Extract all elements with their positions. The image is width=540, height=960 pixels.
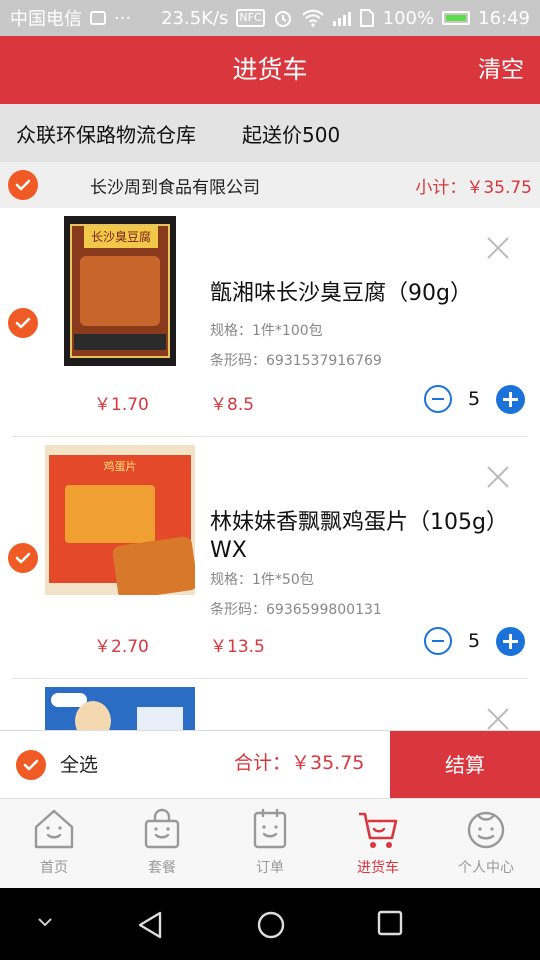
cart-item: 鸡蛋片 林妹妹香飘飘鸡蛋片（105g）WX 规格：1件*50包 条形码：6936… — [0, 437, 540, 678]
home-icon — [34, 809, 74, 849]
increase-quantity-button[interactable] — [496, 627, 525, 656]
warehouse-bar: 众联环保路物流仓库 起送价500 — [0, 104, 540, 162]
unit-price: ￥2.70 — [94, 637, 149, 657]
carrier-label: 中国电信 — [10, 9, 82, 30]
decrease-quantity-button[interactable] — [424, 385, 452, 413]
tab-label: 进货车 — [357, 860, 399, 876]
quantity-value[interactable]: 5 — [466, 630, 482, 652]
recents-icon[interactable] — [377, 910, 403, 936]
more-dots: ··· — [114, 7, 132, 29]
supplier-subtotal: 小计：￥35.75 — [415, 177, 532, 198]
cart-item: 长沙臭豆腐 甑湘味长沙臭豆腐（90g） 规格：1件*100包 条形码：69315… — [0, 208, 540, 436]
minimum-order: 起送价500 — [242, 122, 341, 147]
alarm-icon — [274, 11, 291, 27]
clear-cart-button[interactable]: 清空 — [478, 36, 524, 104]
check-icon — [15, 179, 31, 191]
select-all-label[interactable]: 全选 — [60, 731, 98, 799]
bag-icon — [144, 808, 180, 849]
grand-total: 合计：￥35.75 — [234, 752, 365, 774]
tab-label: 订单 — [256, 860, 284, 876]
decrease-quantity-button[interactable] — [424, 627, 452, 655]
product-spec: 规格：1件*100包 — [210, 323, 323, 339]
cart-item — [0, 679, 540, 730]
battery-icon — [442, 11, 471, 25]
product-barcode: 条形码：6936599800131 — [210, 602, 382, 618]
product-package-label: 鸡蛋片 — [103, 460, 137, 473]
product-image[interactable] — [45, 687, 195, 730]
tab-package[interactable]: 套餐 — [108, 799, 216, 888]
unit-price: ￥1.70 — [94, 395, 149, 415]
status-bar: 中国电信 ··· 23.5K/s NFC 100% 16:49 — [0, 0, 540, 36]
product-spec: 规格：1件*50包 — [210, 572, 314, 588]
tab-profile[interactable]: 个人中心 — [432, 799, 540, 888]
product-image[interactable]: 长沙臭豆腐 — [64, 216, 176, 366]
product-name: 林妹妹香飘飘鸡蛋片（105g）WX — [210, 510, 508, 563]
remove-item-icon[interactable] — [486, 236, 510, 260]
nfc-icon: NFC — [236, 9, 265, 27]
warehouse-name: 众联环保路物流仓库 — [16, 122, 196, 147]
item-total-price: ￥8.5 — [210, 395, 255, 415]
tab-orders[interactable]: 订单 — [216, 799, 324, 888]
battery-percent: 100% — [382, 7, 435, 29]
quantity-value[interactable]: 5 — [466, 388, 482, 410]
supplier-checkbox[interactable] — [8, 170, 38, 200]
home-button-icon[interactable] — [256, 910, 286, 940]
tab-cart[interactable]: 进货车 — [324, 799, 432, 888]
clock: 16:49 — [478, 7, 530, 29]
bottom-tab-bar: 首页 套餐 订单 进货车 个人中心 — [0, 798, 540, 888]
check-icon — [15, 317, 31, 329]
select-all-checkbox[interactable] — [16, 750, 46, 780]
tab-label: 套餐 — [148, 860, 176, 876]
check-icon — [15, 552, 31, 564]
page-title: 进货车 — [232, 55, 308, 84]
system-nav-bar — [0, 888, 540, 960]
cart-item-list[interactable]: 长沙臭豆腐 甑湘味长沙臭豆腐（90g） 规格：1件*100包 条形码：69315… — [0, 208, 540, 730]
product-package-label: 长沙臭豆腐 — [90, 230, 151, 244]
product-barcode: 条形码：6931537916769 — [210, 353, 382, 369]
supplier-name: 长沙周到食品有限公司 — [90, 177, 260, 198]
sim-icon — [359, 9, 374, 27]
checkout-button[interactable]: 结算 — [390, 731, 540, 799]
network-speed: 23.5K/s — [161, 7, 229, 29]
check-icon — [23, 759, 39, 771]
product-image[interactable]: 鸡蛋片 — [45, 445, 195, 595]
hide-keyboard-icon[interactable] — [36, 916, 54, 928]
checkout-bar: 全选 合计：￥35.75 结算 — [0, 730, 540, 799]
profile-icon — [467, 811, 505, 849]
remove-item-icon[interactable] — [486, 707, 510, 730]
tab-home[interactable]: 首页 — [0, 799, 108, 888]
tab-label: 个人中心 — [458, 860, 514, 876]
remove-item-icon[interactable] — [486, 465, 510, 489]
tab-label: 首页 — [40, 860, 68, 876]
cart-icon — [359, 812, 398, 848]
product-name: 甑湘味长沙臭豆腐（90g） — [210, 281, 472, 306]
notification-icon — [90, 11, 106, 25]
increase-quantity-button[interactable] — [496, 385, 525, 414]
app-header: 进货车 清空 — [0, 36, 540, 104]
item-checkbox[interactable] — [8, 543, 38, 573]
supplier-row: 长沙周到食品有限公司 小计：￥35.75 — [0, 162, 540, 208]
order-icon — [253, 808, 287, 849]
item-total-price: ￥13.5 — [210, 637, 265, 657]
item-checkbox[interactable] — [8, 308, 38, 338]
back-icon[interactable] — [136, 910, 164, 940]
signal-icon — [332, 10, 351, 26]
wifi-icon — [301, 9, 324, 27]
